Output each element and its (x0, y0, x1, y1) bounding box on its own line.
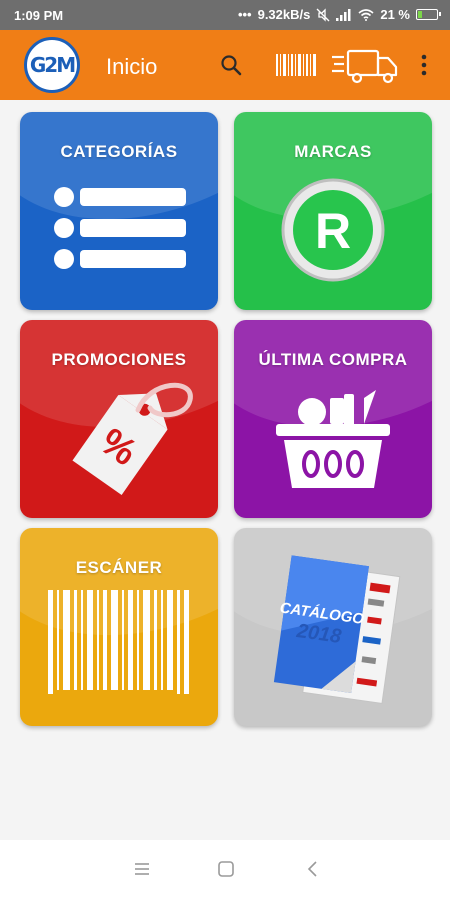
network-speed: 9.32kB/s (257, 7, 311, 22)
battery-percent: 21 % (380, 7, 410, 22)
logo-text: G2M (29, 53, 76, 77)
svg-text:R: R (315, 203, 351, 259)
recents-icon[interactable] (133, 860, 151, 878)
barcode-icon[interactable] (274, 30, 318, 100)
search-icon[interactable] (216, 30, 246, 100)
delivery-truck-icon[interactable] (330, 30, 402, 100)
tile-categorias[interactable]: CATEGORÍAS (20, 112, 218, 310)
status-time: 1:09 PM (14, 8, 64, 23)
home-icon[interactable] (217, 860, 235, 878)
app-bar: G2M Inicio (0, 30, 450, 100)
system-nav-bar (0, 840, 450, 900)
catalog-icon: CATÁLOGO 2018 (273, 555, 401, 704)
home-screen: 1:09 PM ••• 9.32kB/s 21 % G2M Inicio CAT… (0, 0, 450, 900)
status-icons: ••• 9.32kB/s 21 % (237, 7, 441, 22)
status-bar: 1:09 PM ••• 9.32kB/s 21 % (0, 0, 450, 30)
registered-icon: R (281, 178, 385, 282)
tile-ultima-compra[interactable]: ÚLTIMA COMPRA (234, 320, 432, 518)
status-dots: ••• (237, 7, 252, 22)
page-title: Inicio (106, 54, 158, 79)
tile-escaner[interactable]: ESCÁNER (20, 528, 218, 726)
signal-icon (336, 8, 351, 21)
basket-icon (276, 390, 390, 488)
list-icon (54, 187, 186, 269)
tile-catalogo[interactable]: CATÁLOGO 2018 (234, 528, 432, 726)
tile-promociones[interactable]: PROMOCIONES % (20, 320, 218, 518)
wifi-icon (358, 8, 374, 21)
more-vert-icon[interactable] (414, 30, 434, 100)
barcode-icon (48, 590, 189, 694)
app-logo[interactable]: G2M (24, 37, 80, 93)
mute-icon (316, 7, 330, 22)
tile-marcas[interactable]: MARCAS R (234, 112, 432, 310)
battery-icon (416, 9, 441, 20)
price-tag-icon: % (72, 382, 193, 495)
back-icon[interactable] (304, 860, 322, 878)
battery-fill (418, 11, 423, 18)
